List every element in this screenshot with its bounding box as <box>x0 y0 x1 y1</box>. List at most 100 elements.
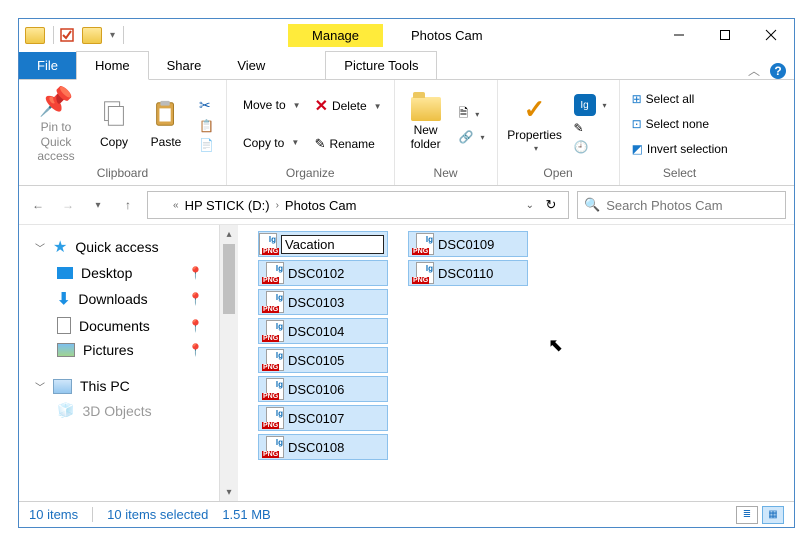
select-none-button[interactable]: ⊡ Select none <box>628 116 732 132</box>
png-icon: IgPNG <box>262 233 277 255</box>
tab-home[interactable]: Home <box>76 51 149 80</box>
address-dropdown-icon[interactable]: ⌄ <box>526 200 534 211</box>
forward-button[interactable]: → <box>57 194 79 216</box>
copy-to-button[interactable]: Copy to ▼ <box>235 135 305 151</box>
edit-button[interactable]: ✎ <box>570 120 611 136</box>
breadcrumb-seg-1[interactable]: HP STICK (D:) <box>185 198 270 213</box>
rename-button[interactable]: ✎ Rename <box>311 135 386 153</box>
file-name: DSC0103 <box>288 295 344 310</box>
explorer-window: ▾ Manage Photos Cam File Home Share View… <box>18 18 795 528</box>
nav-this-pc[interactable]: ﹀ This PC <box>29 374 219 398</box>
drive-icon <box>152 199 167 211</box>
nav-scrollbar[interactable]: ▴ ▾ <box>219 225 238 501</box>
breadcrumb-seg-2[interactable]: Photos Cam <box>285 198 357 213</box>
tab-share[interactable]: Share <box>149 52 220 79</box>
pc-icon <box>53 379 72 394</box>
qat-separator <box>53 26 54 44</box>
breadcrumb-chevron-icon[interactable]: › <box>274 200 281 211</box>
chevron-down-icon: ▼ <box>374 102 382 111</box>
breadcrumb-sep-icon: « <box>171 200 181 211</box>
open-with-button[interactable]: Ig▾ <box>570 93 611 117</box>
back-button[interactable]: ← <box>27 194 49 216</box>
nav-quick-access[interactable]: ﹀ ★ Quick access <box>29 233 219 261</box>
up-button[interactable]: ↑ <box>117 194 139 216</box>
collapse-ribbon-icon[interactable]: ︿ <box>748 62 760 79</box>
select-none-icon: ⊡ <box>632 117 642 131</box>
move-to-button[interactable]: Move to ▼ <box>235 97 305 113</box>
file-item[interactable]: IgPNGDSC0104 <box>258 318 388 344</box>
file-item-renaming[interactable]: IgPNG <box>258 231 388 257</box>
folder-icon <box>411 97 441 121</box>
refresh-button[interactable]: ↻ <box>538 197 564 213</box>
rename-input[interactable] <box>281 235 384 254</box>
scroll-thumb[interactable] <box>223 244 235 314</box>
minimize-button[interactable] <box>656 19 702 51</box>
invert-selection-button[interactable]: ◩ Invert selection <box>628 141 732 157</box>
close-button[interactable] <box>748 19 794 51</box>
file-list-pane[interactable]: IgPNG IgPNGDSC0102IgPNGDSC0103IgPNGDSC01… <box>238 225 794 501</box>
recent-dropdown[interactable]: ▾ <box>87 194 109 216</box>
nav-documents[interactable]: Documents 📍 <box>29 313 219 338</box>
details-view-button[interactable]: ≣ <box>736 506 758 524</box>
group-organize: Move to ▼ Copy to ▼ ✕ Delete ▼ <box>227 80 395 185</box>
group-clipboard-label: Clipboard <box>97 166 148 183</box>
properties-qat-icon[interactable] <box>58 26 76 44</box>
easy-access-icon: 🔗 <box>459 130 474 144</box>
paste-icon <box>151 99 181 132</box>
delete-button[interactable]: ✕ Delete ▼ <box>311 95 386 117</box>
title-bar: ▾ Manage Photos Cam <box>19 19 794 51</box>
tab-file[interactable]: File <box>19 52 76 79</box>
manage-context-tab[interactable]: Manage <box>288 24 383 47</box>
cut-button[interactable]: ✂ <box>195 96 218 115</box>
nav-3d-objects[interactable]: 🧊 3D Objects <box>29 398 219 423</box>
thumbnails-view-button[interactable]: ▦ <box>762 506 784 524</box>
easy-access-button[interactable]: 🔗▾ <box>455 129 489 145</box>
paste-button[interactable]: Paste <box>141 99 191 149</box>
copy-path-button[interactable]: 📋 <box>195 118 218 134</box>
maximize-button[interactable] <box>702 19 748 51</box>
expand-icon[interactable]: ﹀ <box>35 240 45 255</box>
nav-downloads[interactable]: ⬇ Downloads 📍 <box>29 285 219 313</box>
new-item-button[interactable]: 🗎▾ <box>455 103 489 126</box>
select-all-button[interactable]: ⊞ Select all <box>628 91 732 107</box>
new-folder-button[interactable]: New folder <box>401 97 451 152</box>
nav-desktop-label: Desktop <box>81 265 132 281</box>
png-icon: IgPNG <box>262 349 284 371</box>
help-icon[interactable]: ? <box>770 63 786 79</box>
paste-shortcut-button[interactable]: 📄 <box>195 137 218 153</box>
properties-button[interactable]: ✓ Properties ▾ <box>504 94 566 153</box>
status-selected-count: 10 items selected <box>107 507 208 522</box>
file-item[interactable]: IgPNGDSC0107 <box>258 405 388 431</box>
qat-separator-2 <box>123 26 124 44</box>
file-item[interactable]: IgPNGDSC0106 <box>258 376 388 402</box>
scissors-icon: ✂ <box>199 97 211 114</box>
nav-pictures[interactable]: Pictures 📍 <box>29 338 219 362</box>
address-bar[interactable]: « HP STICK (D:) › Photos Cam ⌄ ↻ <box>147 191 569 219</box>
file-column-2: IgPNGDSC0109 IgPNGDSC0110 <box>408 231 528 286</box>
search-box[interactable]: 🔍 Search Photos Cam <box>577 191 786 219</box>
copy-button[interactable]: Copy <box>89 99 139 149</box>
new-folder-qat-icon[interactable] <box>82 27 102 44</box>
scroll-down-icon[interactable]: ▾ <box>220 483 238 501</box>
file-item[interactable]: IgPNGDSC0108 <box>258 434 388 460</box>
file-item[interactable]: IgPNGDSC0102 <box>258 260 388 286</box>
paste-label: Paste <box>151 135 182 149</box>
scroll-up-icon[interactable]: ▴ <box>220 225 238 243</box>
invert-label: Invert selection <box>647 142 728 156</box>
tab-view[interactable]: View <box>219 52 283 79</box>
file-item[interactable]: IgPNGDSC0103 <box>258 289 388 315</box>
tab-picture-tools[interactable]: Picture Tools <box>325 51 437 79</box>
qat-dropdown-icon[interactable]: ▾ <box>106 30 119 41</box>
file-item[interactable]: IgPNGDSC0105 <box>258 347 388 373</box>
nav-downloads-label: Downloads <box>78 291 147 307</box>
png-icon: IgPNG <box>262 436 284 458</box>
status-bar: 10 items 10 items selected 1.51 MB ≣ ▦ <box>19 501 794 527</box>
nav-desktop[interactable]: Desktop 📍 <box>29 261 219 285</box>
history-button[interactable]: 🕘 <box>570 139 611 155</box>
file-item[interactable]: IgPNGDSC0110 <box>408 260 528 286</box>
group-select: ⊞ Select all ⊡ Select none ◩ Invert sele… <box>620 80 740 185</box>
expand-icon[interactable]: ﹀ <box>35 379 45 394</box>
file-item[interactable]: IgPNGDSC0109 <box>408 231 528 257</box>
nav-quick-access-label: Quick access <box>75 239 158 255</box>
pin-to-quick-access-button[interactable]: 📌 Pin to Quick access <box>25 85 87 164</box>
